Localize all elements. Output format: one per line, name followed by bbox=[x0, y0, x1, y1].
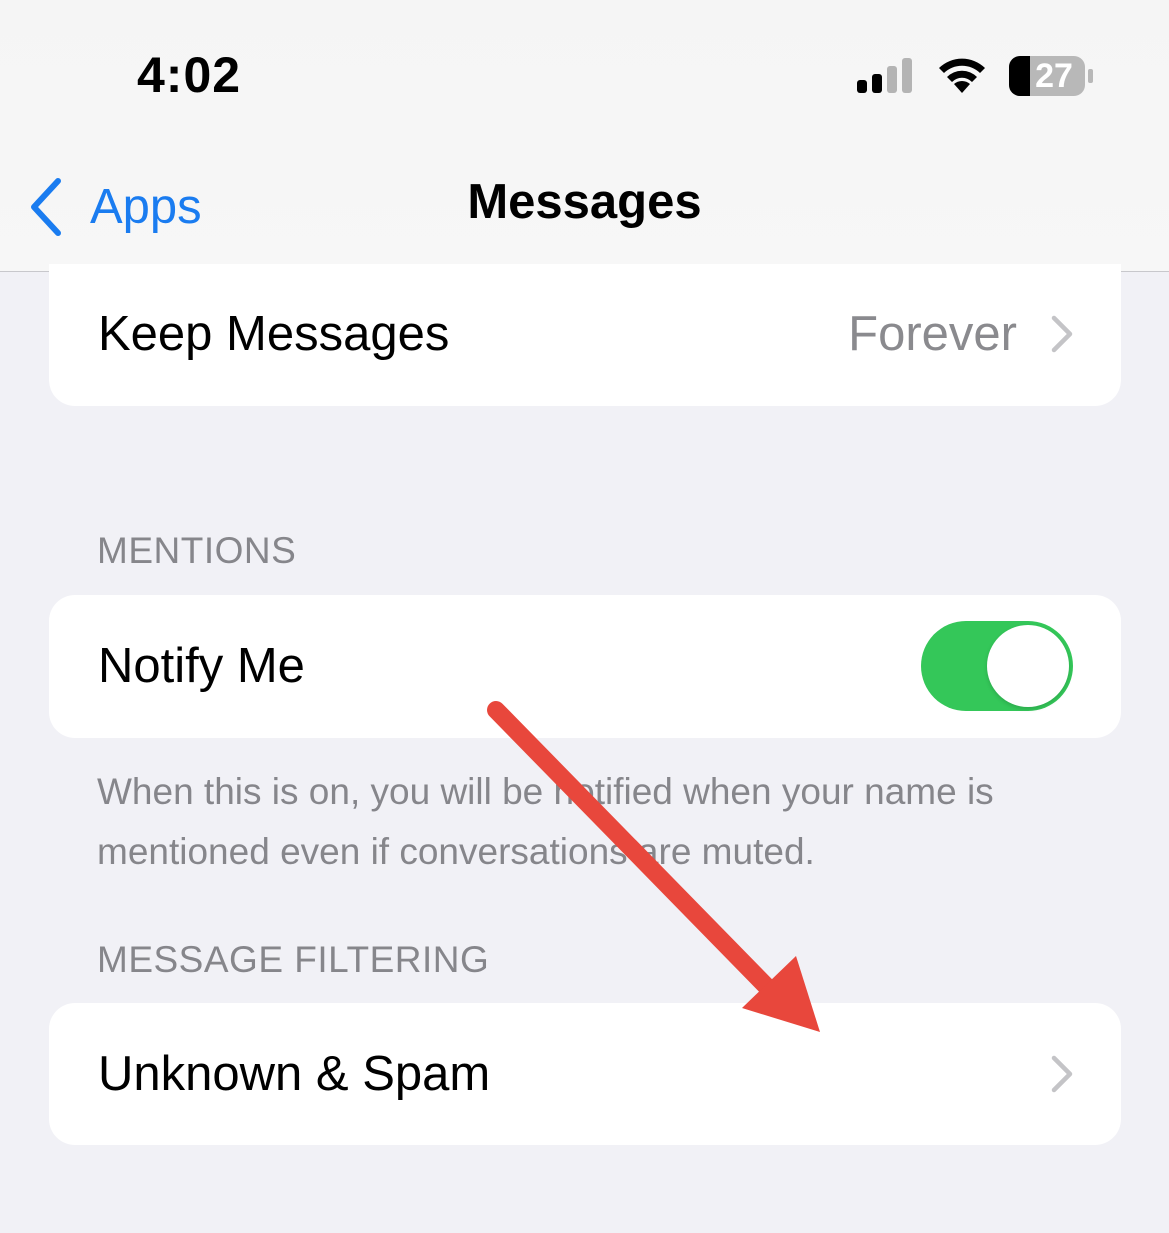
cellular-signal-icon bbox=[857, 58, 912, 93]
page-title: Messages bbox=[467, 175, 702, 229]
keep-messages-value: Forever bbox=[848, 307, 1017, 361]
message-filtering-section-header: MESSAGE FILTERING bbox=[97, 939, 490, 980]
keep-messages-label: Keep Messages bbox=[98, 307, 450, 361]
notify-me-row: Notify Me bbox=[49, 595, 1121, 738]
unknown-spam-row[interactable]: Unknown & Spam bbox=[49, 1003, 1121, 1145]
toggle-knob bbox=[987, 625, 1069, 707]
notify-me-toggle[interactable] bbox=[921, 621, 1073, 711]
unknown-spam-label: Unknown & Spam bbox=[98, 1047, 491, 1101]
chevron-right-icon bbox=[1051, 1055, 1073, 1093]
mentions-footer-text: When this is on, you will be notified wh… bbox=[97, 771, 994, 872]
status-and-nav-bar: 4:02 27 Apps Messages bbox=[0, 0, 1169, 272]
battery-icon: 27 bbox=[1008, 55, 1094, 97]
chevron-right-icon bbox=[1051, 315, 1073, 353]
keep-messages-row[interactable]: Keep Messages Forever bbox=[49, 264, 1121, 406]
mentions-section-header: MENTIONS bbox=[97, 530, 297, 571]
battery-percentage: 27 bbox=[1035, 57, 1073, 95]
notify-me-label: Notify Me bbox=[98, 639, 305, 693]
status-time: 4:02 bbox=[137, 47, 242, 103]
wifi-icon bbox=[939, 58, 985, 93]
